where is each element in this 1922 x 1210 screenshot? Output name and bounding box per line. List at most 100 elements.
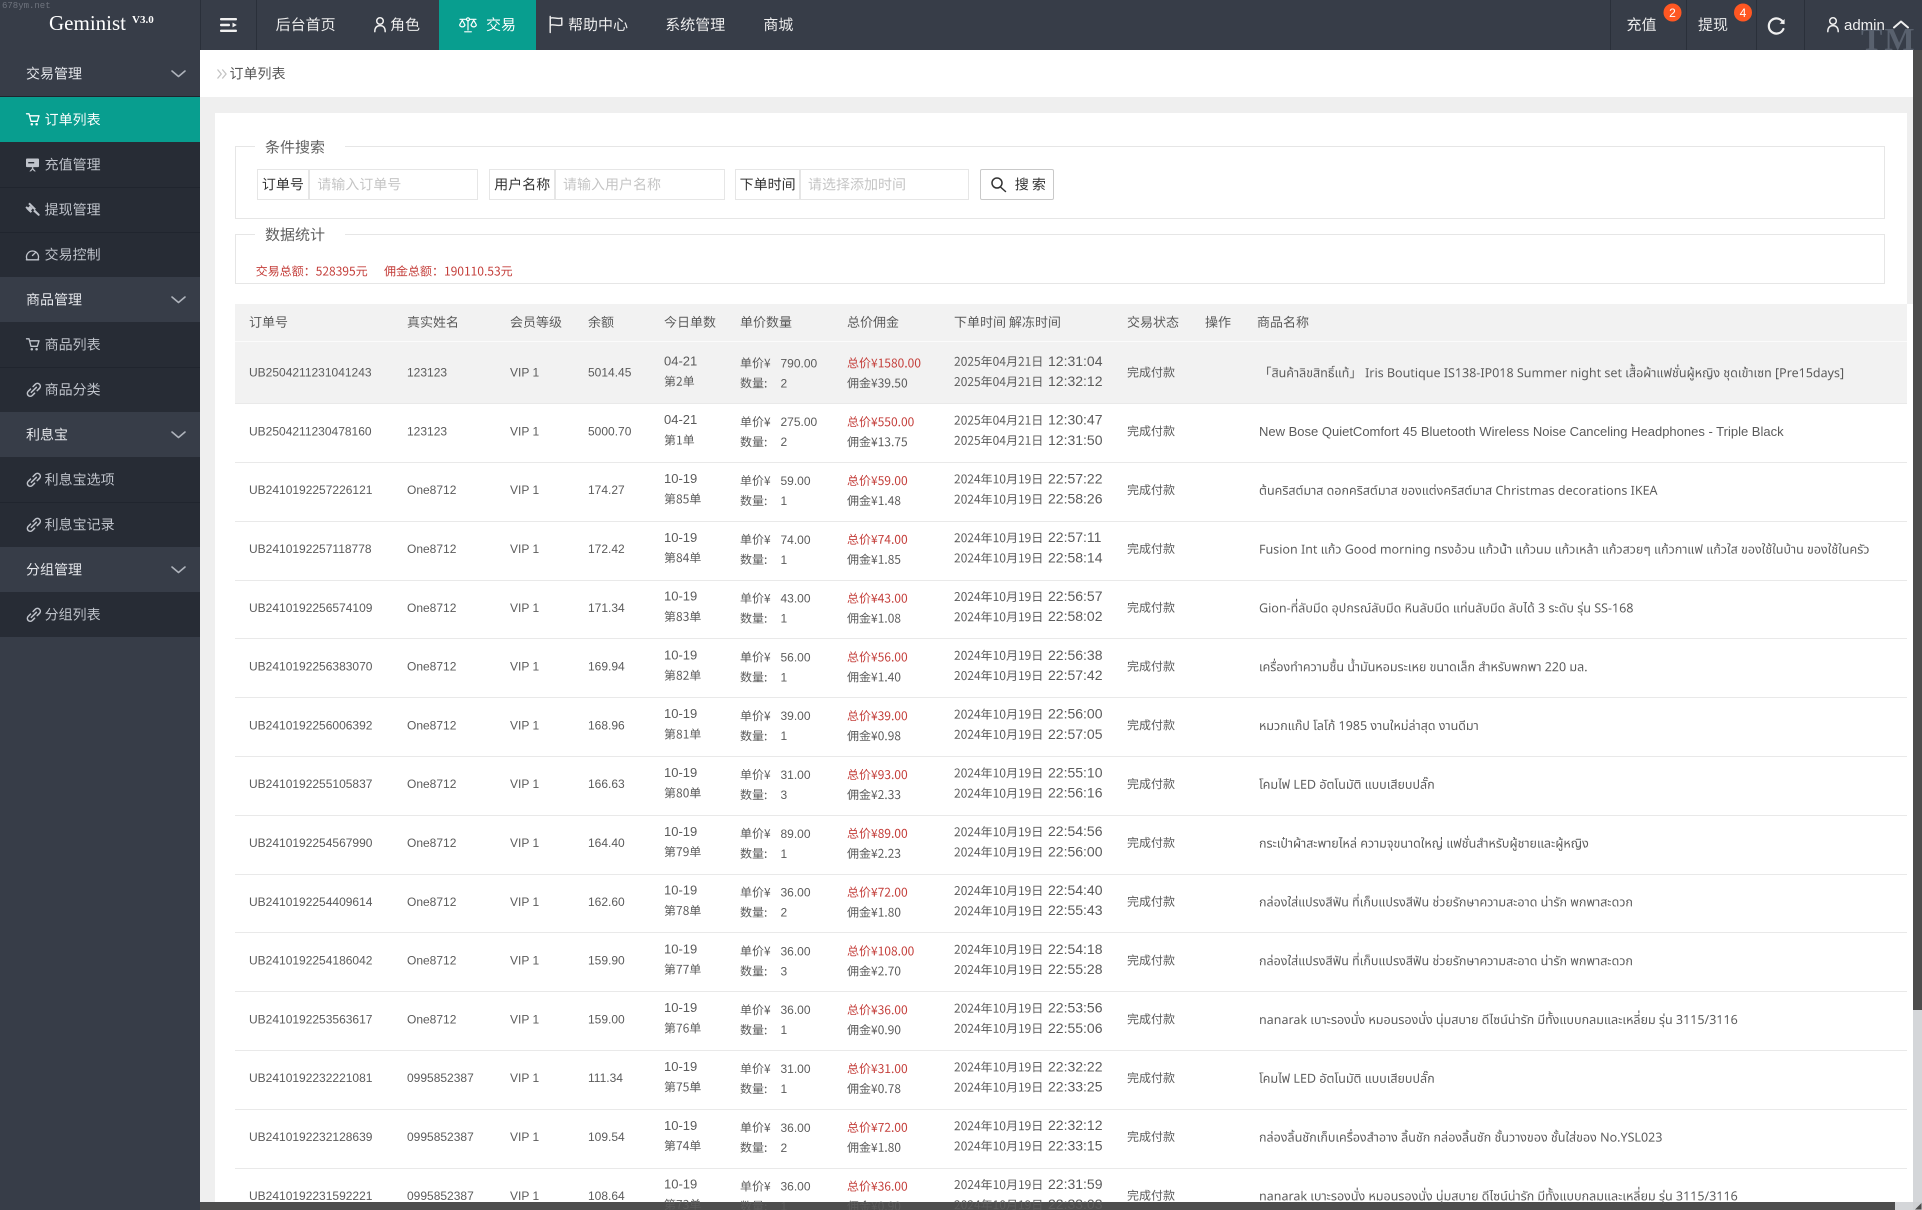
svg-text:22:33:25: 22:33:25 [1048, 1079, 1103, 1095]
svg-text:One8712: One8712 [407, 542, 457, 556]
svg-text:22:55:06: 22:55:06 [1048, 1020, 1103, 1036]
svg-text:10-19: 10-19 [664, 765, 697, 780]
svg-text:One8712: One8712 [407, 836, 457, 850]
svg-text:VIP 1: VIP 1 [510, 1130, 539, 1144]
svg-text:One8712: One8712 [407, 777, 457, 791]
svg-text:VIP 1: VIP 1 [510, 601, 539, 615]
svg-text:3: 3 [781, 788, 788, 802]
svg-text:31.00: 31.00 [781, 768, 811, 782]
svg-text:0995852387: 0995852387 [407, 1189, 474, 1203]
svg-text:1: 1 [781, 553, 788, 567]
svg-text:VIP 1: VIP 1 [510, 718, 539, 732]
svg-text:UB2410192231592221: UB2410192231592221 [249, 1189, 373, 1203]
svg-text:10-19: 10-19 [664, 706, 697, 721]
svg-text:22:53:56: 22:53:56 [1048, 1000, 1103, 1016]
svg-text:36.00: 36.00 [781, 944, 811, 958]
svg-text:VIP 1: VIP 1 [510, 895, 539, 909]
svg-text:admin: admin [1844, 17, 1885, 34]
svg-text:790.00: 790.00 [781, 356, 818, 370]
svg-text:0995852387: 0995852387 [407, 1130, 474, 1144]
svg-text:22:31:59: 22:31:59 [1048, 1176, 1103, 1192]
svg-text:New Bose QuietComfort 45 Bluet: New Bose QuietComfort 45 Bluetooth Wirel… [1259, 424, 1784, 439]
svg-text:UB2410192257226121: UB2410192257226121 [249, 483, 373, 497]
svg-text:VIP 1: VIP 1 [510, 424, 539, 438]
svg-text:UB2410192257118778: UB2410192257118778 [249, 542, 372, 556]
svg-text:36.00: 36.00 [781, 886, 811, 900]
svg-text:22:57:42: 22:57:42 [1048, 667, 1103, 683]
svg-text:22:54:18: 22:54:18 [1048, 941, 1103, 957]
svg-text:111.34: 111.34 [588, 1071, 623, 1085]
svg-text:VIP 1: VIP 1 [510, 483, 539, 497]
svg-text:UB2410192256006392: UB2410192256006392 [249, 718, 373, 732]
svg-text:4: 4 [1740, 6, 1747, 20]
svg-text:One8712: One8712 [407, 601, 457, 615]
svg-text:166.63: 166.63 [588, 777, 625, 791]
svg-text:10-19: 10-19 [664, 647, 697, 662]
svg-text:1: 1 [781, 1023, 788, 1037]
svg-text:One8712: One8712 [407, 718, 457, 732]
svg-text:22:55:43: 22:55:43 [1048, 902, 1103, 918]
svg-text:0995852387: 0995852387 [407, 1071, 474, 1085]
svg-text:UB2410192253563617: UB2410192253563617 [249, 1012, 373, 1026]
svg-text:One8712: One8712 [407, 483, 457, 497]
svg-text:10-19: 10-19 [664, 883, 697, 898]
svg-text:22:57:05: 22:57:05 [1048, 726, 1103, 742]
svg-text:1: 1 [781, 670, 788, 684]
svg-text:22:33:15: 22:33:15 [1048, 1137, 1103, 1153]
svg-text:1: 1 [781, 729, 788, 743]
svg-text:31.00: 31.00 [781, 1062, 811, 1076]
svg-text:UB2504211231041243: UB2504211231041243 [249, 366, 372, 380]
svg-text:22:57:11: 22:57:11 [1048, 529, 1102, 545]
svg-text:169.94: 169.94 [588, 660, 625, 674]
svg-text:22:56:16: 22:56:16 [1048, 785, 1103, 801]
svg-text:V3.0: V3.0 [132, 14, 154, 26]
svg-text:12:32:12: 12:32:12 [1048, 373, 1103, 389]
svg-text:22:32:22: 22:32:22 [1048, 1058, 1103, 1074]
svg-text:22:58:02: 22:58:02 [1048, 608, 1103, 624]
svg-text:12:30:47: 12:30:47 [1048, 412, 1103, 428]
svg-text:1: 1 [781, 1082, 788, 1096]
svg-text:UB2410192254567990: UB2410192254567990 [249, 836, 373, 850]
svg-text:VIP 1: VIP 1 [510, 777, 539, 791]
svg-text:56.00: 56.00 [781, 650, 811, 664]
svg-text:39.00: 39.00 [781, 709, 811, 723]
svg-text:22:56:57: 22:56:57 [1048, 588, 1103, 604]
svg-text:36.00: 36.00 [781, 1180, 811, 1194]
svg-text:2: 2 [781, 376, 788, 390]
svg-text:89.00: 89.00 [781, 827, 811, 841]
svg-text:123123: 123123 [407, 424, 447, 438]
svg-text:UB2410192232128639: UB2410192232128639 [249, 1130, 373, 1144]
svg-text:159.00: 159.00 [588, 1012, 625, 1026]
svg-text:108.64: 108.64 [588, 1189, 625, 1203]
svg-text:59.00: 59.00 [781, 474, 811, 488]
svg-text:22:56:00: 22:56:00 [1048, 706, 1103, 722]
svg-text:VIP 1: VIP 1 [510, 1189, 539, 1203]
svg-text:10-19: 10-19 [664, 1177, 697, 1192]
svg-text:172.42: 172.42 [588, 542, 625, 556]
svg-text:5000.70: 5000.70 [588, 424, 632, 438]
svg-text:174.27: 174.27 [588, 483, 625, 497]
svg-text:One8712: One8712 [407, 895, 457, 909]
svg-text:22:54:40: 22:54:40 [1048, 882, 1103, 898]
svg-text:VIP 1: VIP 1 [510, 1012, 539, 1026]
svg-text:3: 3 [781, 964, 788, 978]
svg-text:10-19: 10-19 [664, 1059, 697, 1074]
svg-text:UB2410192255105837: UB2410192255105837 [249, 777, 373, 791]
svg-text:1: 1 [781, 847, 788, 861]
svg-text:22:56:38: 22:56:38 [1048, 647, 1103, 663]
svg-text:VIP 1: VIP 1 [510, 1071, 539, 1085]
svg-text:1: 1 [781, 494, 788, 508]
svg-text:One8712: One8712 [407, 1012, 457, 1026]
svg-text:UB2410192232221081: UB2410192232221081 [249, 1071, 373, 1085]
svg-text:One8712: One8712 [407, 954, 457, 968]
svg-text:UB2410192256383070: UB2410192256383070 [249, 660, 373, 674]
svg-text:22:54:56: 22:54:56 [1048, 823, 1103, 839]
svg-text:1: 1 [781, 1200, 788, 1210]
svg-text:22:33:03: 22:33:03 [1048, 1196, 1103, 1210]
svg-text:22:55:28: 22:55:28 [1048, 961, 1103, 977]
svg-text:168.96: 168.96 [588, 718, 625, 732]
svg-text:22:56:00: 22:56:00 [1048, 843, 1103, 859]
svg-text:UB2504211230478160: UB2504211230478160 [249, 424, 372, 438]
svg-text:12:31:50: 12:31:50 [1048, 432, 1103, 448]
svg-text:VIP 1: VIP 1 [510, 660, 539, 674]
